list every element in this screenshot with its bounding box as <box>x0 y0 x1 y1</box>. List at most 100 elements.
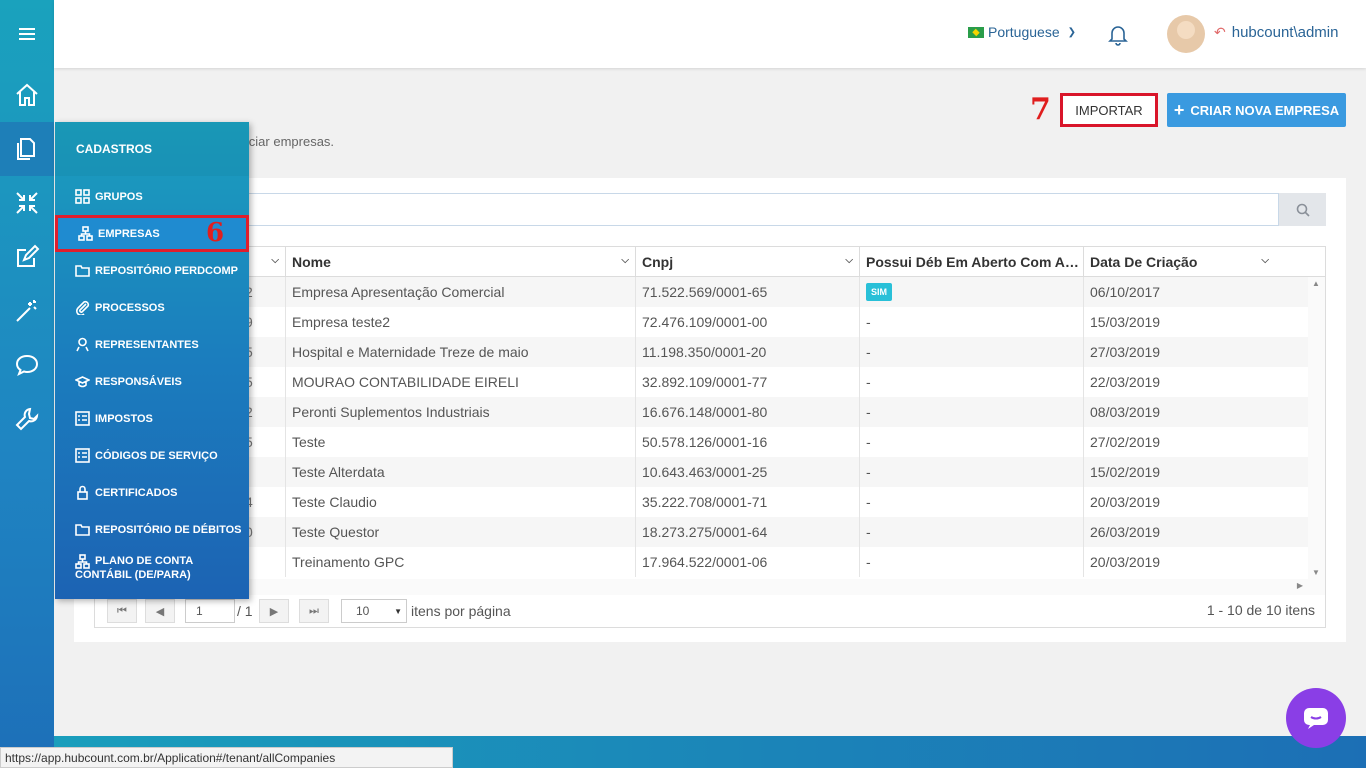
nav-edit[interactable] <box>0 230 54 284</box>
page-size-select[interactable]: 10 ▼ <box>341 599 407 623</box>
menu-item-empresas[interactable]: EMPRESAS 6 <box>55 215 249 252</box>
chevron-down-icon[interactable]: ⌵ <box>1261 255 1269 266</box>
prev-page-button[interactable]: ◀ <box>145 599 175 623</box>
chevron-down-icon[interactable]: ⌵ <box>845 255 853 266</box>
row-debito: - <box>859 397 1083 427</box>
org-chart-icon <box>78 226 93 241</box>
prev-page-icon: ◀ <box>155 605 165 618</box>
lock-icon <box>77 485 88 500</box>
hamburger-icon <box>19 28 35 40</box>
org-chart-icon <box>75 554 90 569</box>
column-debito-label: Possui Déb Em Aberto Com A… <box>866 254 1079 270</box>
notifications-button[interactable] <box>1108 24 1128 51</box>
row-debito-value: - <box>866 344 871 360</box>
scroll-up-icon[interactable]: ▲ <box>1312 279 1320 288</box>
browser-status-bar: https://app.hubcount.com.br/Application#… <box>0 747 453 768</box>
graduation-cap-icon <box>75 376 90 388</box>
plus-icon: + <box>1173 99 1185 120</box>
row-debito-value: - <box>866 374 871 390</box>
table-row[interactable]: 5Teste50.578.126/0001-16-27/02/2019 <box>95 427 1308 457</box>
row-cnpj: 50.578.126/0001-16 <box>635 427 859 457</box>
table-row[interactable]: 5MOURAO CONTABILIDADE EIRELI32.892.109/0… <box>95 367 1308 397</box>
nav-tools[interactable] <box>0 392 54 446</box>
search-input[interactable] <box>244 193 1279 226</box>
table-row[interactable]: 5Hospital e Maternidade Treze de maio11.… <box>95 337 1308 367</box>
menu-item-plano-de-conta[interactable]: PLANO DE CONTA CONTÁBIL (DE/PARA) <box>55 548 249 592</box>
paperclip-icon <box>75 300 90 315</box>
table-row[interactable]: Treinamento GPC 17.964.522/0001-06- 20/03/… <box>95 547 1308 577</box>
page-input[interactable]: 1 <box>185 599 235 623</box>
next-page-button[interactable]: ▶ <box>259 599 289 623</box>
chevron-down-icon[interactable]: ⌵ <box>621 255 629 266</box>
checklist-icon <box>75 411 90 426</box>
scroll-down-icon[interactable]: ▼ <box>1312 568 1320 577</box>
row-nome: Teste Alterdata <box>285 457 635 487</box>
hamburger-menu-button[interactable] <box>0 0 54 68</box>
row-data: 20/03/2019 <box>1083 547 1308 577</box>
chat-launcher-button[interactable] <box>1286 688 1346 748</box>
row-cnpj: 71.522.569/0001-65 <box>635 277 859 307</box>
table-row[interactable]: 0Teste Questor18.273.275/0001-64-26/03/2… <box>95 517 1308 547</box>
column-data[interactable]: Data De Criação ⌵ <box>1083 247 1283 277</box>
menu-item-reposit-rio-de-d-bitos[interactable]: REPOSITÓRIO DE DÉBITOS <box>55 511 249 548</box>
table-row[interactable]: 2Empresa Apresentação Comercial71.522.56… <box>95 277 1308 307</box>
row-data: 26/03/2019 <box>1083 517 1308 547</box>
table-row[interactable]: 9Empresa teste272.476.109/0001-00-15/03/… <box>95 307 1308 337</box>
checklist-icon <box>75 448 90 463</box>
menu-item-representantes[interactable]: REPRESENTANTES <box>55 326 249 363</box>
menu-item-reposit-rio-perdcomp[interactable]: REPOSITÓRIO PERDCOMP <box>55 252 249 289</box>
menu-item-label: GRUPOS <box>95 190 143 203</box>
menu-item-impostos[interactable]: IMPOSTOS <box>55 400 249 437</box>
column-nome[interactable]: Nome ⌵ <box>285 247 635 277</box>
row-nome: Hospital e Maternidade Treze de maio <box>285 337 635 367</box>
first-page-button[interactable]: ⏮ <box>107 599 137 623</box>
search-button[interactable] <box>1279 193 1326 226</box>
table-row[interactable]: 4Teste Claudio35.222.708/0001-71-20/03/2… <box>95 487 1308 517</box>
language-selector[interactable]: Portuguese ❯ <box>968 24 1076 40</box>
menu-item-c-digos-de-servi-o[interactable]: CÓDIGOS DE SERVIÇO <box>55 437 249 474</box>
row-nome: Teste <box>285 427 635 457</box>
row-nome: MOURAO CONTABILIDADE EIRELI <box>285 367 635 397</box>
column-cnpj[interactable]: Cnpj ⌵ <box>635 247 859 277</box>
row-nome: Empresa Apresentação Comercial <box>285 277 635 307</box>
menu-title: CADASTROS <box>55 122 249 176</box>
horizontal-scrollbar[interactable]: ▶ <box>95 579 1325 595</box>
row-nome: Teste Questor <box>285 517 635 547</box>
create-company-label: CRIAR NOVA EMPRESA <box>1190 102 1340 118</box>
row-cnpj: 32.892.109/0001-77 <box>635 367 859 397</box>
row-debito-value: - <box>866 434 871 450</box>
menu-item-processos[interactable]: PROCESSOS <box>55 289 249 326</box>
nav-cadastros[interactable] <box>0 122 54 176</box>
vertical-scrollbar[interactable]: ▲ ▼ <box>1308 277 1325 579</box>
menu-item-grupos[interactable]: GRUPOS <box>55 178 249 215</box>
row-debito: - <box>859 547 1083 577</box>
create-company-button[interactable]: + CRIAR NOVA EMPRESA <box>1167 93 1346 127</box>
menu-item-respons-veis[interactable]: RESPONSÁVEIS <box>55 363 249 400</box>
last-page-button[interactable]: ⏭ <box>299 599 329 623</box>
grid-body: 2Empresa Apresentação Comercial71.522.56… <box>95 277 1308 577</box>
cadastros-flyout-menu: CADASTROS GRUPOS EMPRESAS 6 REPOSITÓRIO PER… <box>55 122 249 599</box>
column-data-label: Data De Criação <box>1090 254 1198 270</box>
edit-icon <box>17 244 40 267</box>
search-icon <box>1296 203 1310 217</box>
nav-magic[interactable] <box>0 284 54 338</box>
row-data: 22/03/2019 <box>1083 367 1308 397</box>
nav-compress[interactable] <box>0 176 54 230</box>
user-menu[interactable]: ↶ hubcount\admin <box>1214 24 1338 41</box>
row-cnpj: 11.198.350/0001-20 <box>635 337 859 367</box>
nav-chat[interactable] <box>0 338 54 392</box>
table-row[interactable]: Teste Alterdata 10.643.463/0001-25- 15/02/… <box>95 457 1308 487</box>
scroll-right-icon[interactable]: ▶ <box>1297 581 1303 590</box>
row-debito: - <box>859 307 1083 337</box>
avatar[interactable] <box>1167 15 1205 53</box>
import-button[interactable]: IMPORTAR <box>1060 93 1158 127</box>
brazil-flag-icon <box>968 26 984 38</box>
nav-home[interactable] <box>0 68 54 122</box>
row-debito: - <box>859 367 1083 397</box>
chevron-down-icon[interactable]: ⌵ <box>271 255 279 266</box>
folder-icon <box>75 265 90 277</box>
row-data: 15/03/2019 <box>1083 307 1308 337</box>
menu-item-certificados[interactable]: CERTIFICADOS <box>55 474 249 511</box>
table-row[interactable]: 2Peronti Suplementos Industriais16.676.1… <box>95 397 1308 427</box>
column-debito[interactable]: Possui Déb Em Aberto Com A… <box>859 247 1083 277</box>
